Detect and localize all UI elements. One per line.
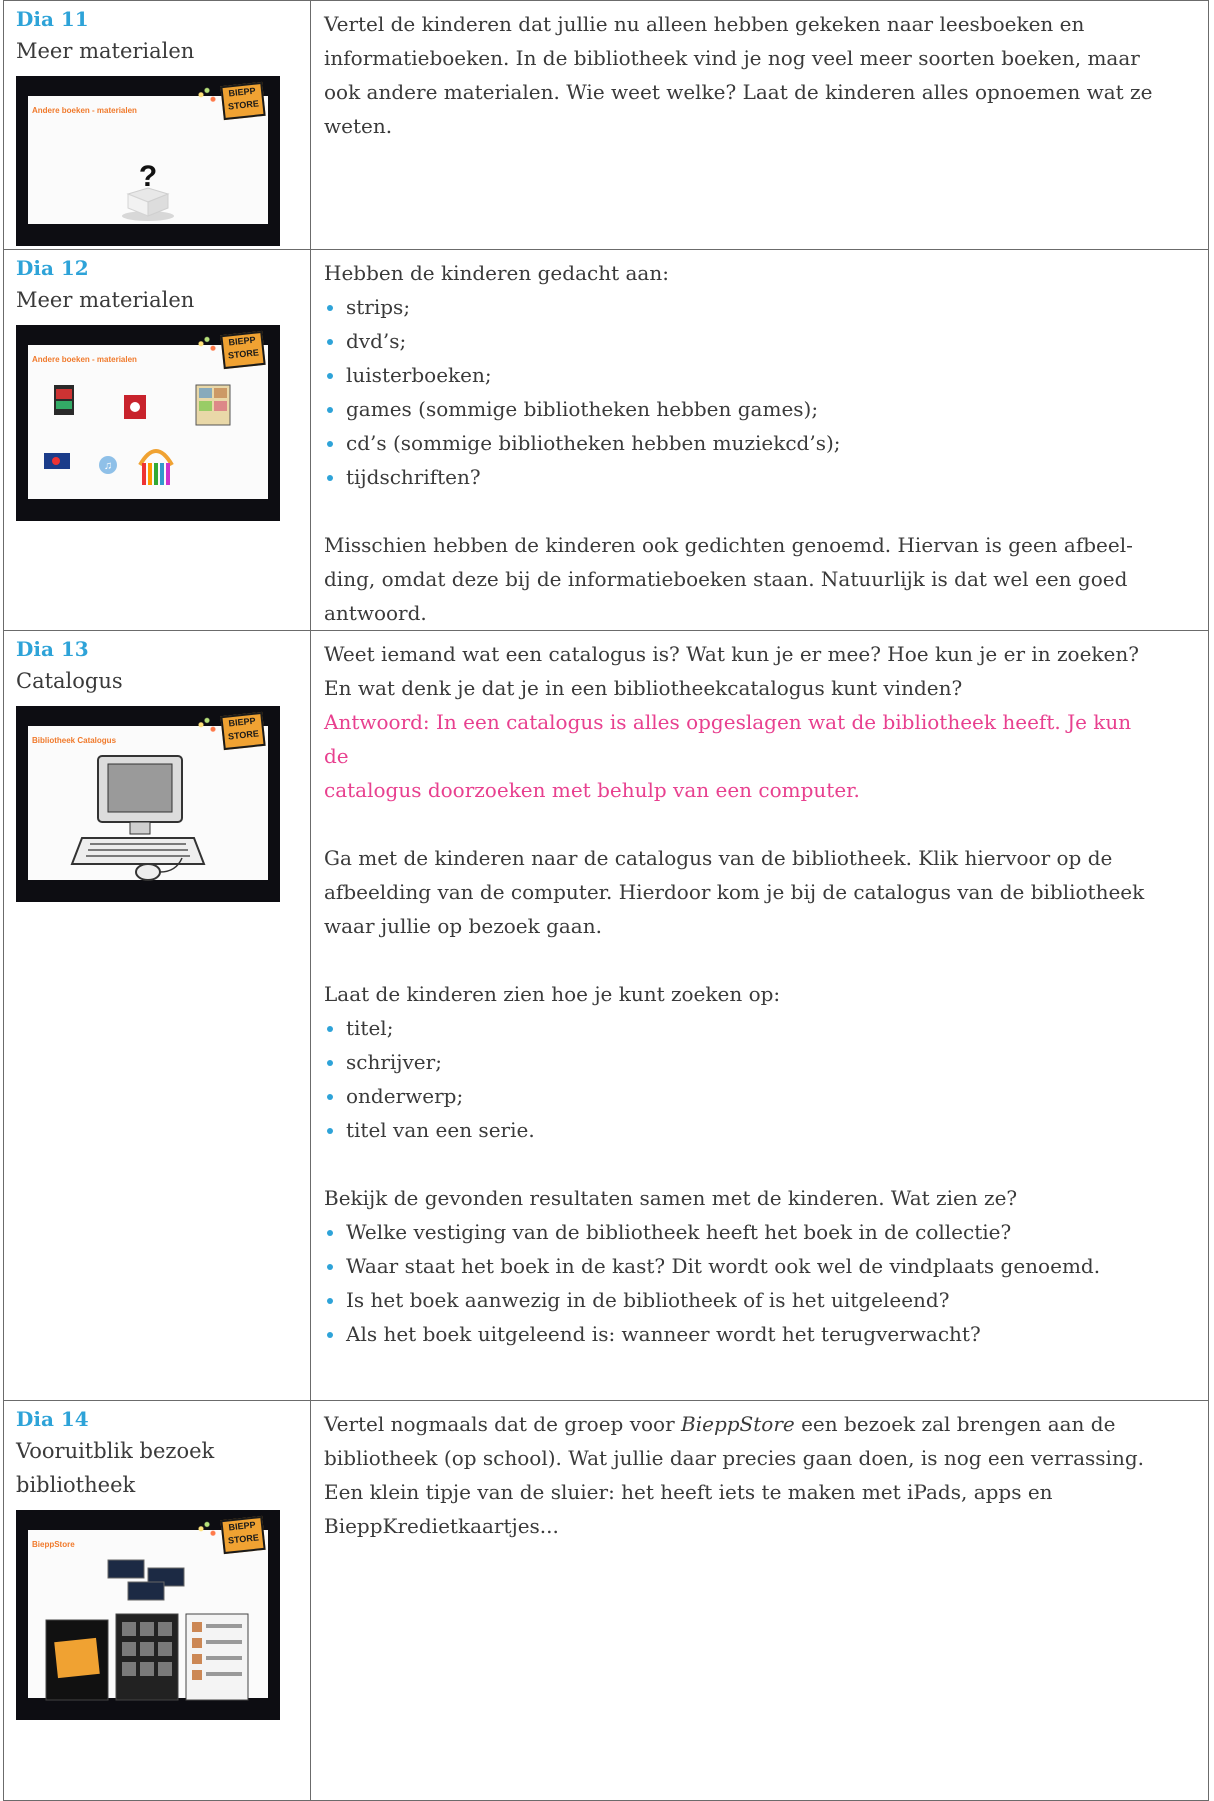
bieppstore-name: BieppStore bbox=[681, 1412, 795, 1436]
list-item: schrijver; bbox=[324, 1045, 1190, 1079]
answer-line: Antwoord: In een catalogus is alles opge… bbox=[324, 710, 1132, 734]
list-item: Waar staat het boek in de kast? Dit word… bbox=[324, 1249, 1190, 1283]
text-line: Laat de kinderen zien hoe je kunt zoeken… bbox=[324, 982, 781, 1006]
instruction-cell: Vertel de kinderen dat jullie nu alleen … bbox=[310, 0, 1209, 250]
computer-icon[interactable] bbox=[16, 706, 280, 902]
slide-thumbnail: Andere boeken - materialen BIEPP STORE ♫ bbox=[16, 325, 280, 521]
list-item: titel van een serie. bbox=[324, 1113, 1190, 1147]
list-item: Als het boek uitgeleend is: wanneer word… bbox=[324, 1317, 1190, 1351]
text-line: bibliotheek (op school). Wat jullie daar… bbox=[324, 1446, 1144, 1470]
list-item: games (sommige bibliotheken hebben games… bbox=[324, 392, 1190, 426]
bullet-list: Welke vestiging van de bibliotheek heeft… bbox=[324, 1215, 1190, 1351]
lesson-table: Dia 11 Meer materialen Andere boeken - m… bbox=[3, 0, 1209, 1801]
slide-number: Dia 13 bbox=[16, 637, 89, 661]
svg-text:?: ? bbox=[139, 160, 157, 193]
slide-number: Dia 12 bbox=[16, 256, 89, 280]
text-line: BieppKredietkaartjes... bbox=[324, 1514, 559, 1538]
text-line: Een klein tipje van de sluier: het heeft… bbox=[324, 1480, 1053, 1504]
slide-subtitle: bibliotheek bbox=[16, 1473, 136, 1497]
slide-cell: Dia 11 Meer materialen Andere boeken - m… bbox=[3, 0, 311, 250]
table-row: Dia 11 Meer materialen Andere boeken - m… bbox=[3, 0, 1209, 250]
question-mark-box-icon: ? bbox=[122, 160, 174, 221]
text-line: ding, omdat deze bij de informatieboeken… bbox=[324, 567, 1128, 591]
answer-line: catalogus doorzoeken met behulp van een … bbox=[324, 778, 860, 802]
svg-text:♫: ♫ bbox=[104, 460, 112, 472]
text-line: antwoord. bbox=[324, 601, 427, 625]
text-line: Bekijk de gevonden resultaten samen met … bbox=[324, 1186, 1018, 1210]
text-line: En wat denk je dat je in een bibliotheek… bbox=[324, 676, 963, 700]
bullet-list: strips; dvd’s; luisterboeken; games (som… bbox=[324, 290, 1190, 494]
slide-subtitle: Meer materialen bbox=[16, 39, 195, 63]
slide-cell: Dia 13 Catalogus Bibliotheek Catalogus B… bbox=[3, 630, 311, 1401]
slide-subtitle: Vooruitblik bezoek bbox=[16, 1439, 215, 1463]
slide-thumbnail: BieppStore BIEPP STORE bbox=[16, 1510, 280, 1720]
answer-line: de bbox=[324, 744, 349, 768]
list-item: cd’s (sommige bibliotheken hebben muziek… bbox=[324, 426, 1190, 460]
instruction-cell: Weet iemand wat een catalogus is? Wat ku… bbox=[310, 630, 1209, 1401]
text-line: ook andere materialen. Wie weet welke? L… bbox=[324, 80, 1153, 104]
slide-cell: Dia 12 Meer materialen Andere boeken - m… bbox=[3, 249, 311, 631]
slide-subtitle: Catalogus bbox=[16, 669, 123, 693]
table-row: Dia 14 Vooruitblik bezoek bibliotheek Bi… bbox=[3, 1400, 1209, 1801]
slide-subtitle: Meer materialen bbox=[16, 288, 195, 312]
instruction-cell: Hebben de kinderen gedacht aan: strips; … bbox=[310, 249, 1209, 631]
list-item: Welke vestiging van de bibliotheek heeft… bbox=[324, 1215, 1190, 1249]
table-row: Dia 12 Meer materialen Andere boeken - m… bbox=[3, 249, 1209, 631]
text-line: Ga met de kinderen naar de catalogus van… bbox=[324, 846, 1113, 870]
bieppstore-logo: BIEPP STORE bbox=[220, 81, 266, 121]
text-line: afbeelding van de computer. Hierdoor kom… bbox=[324, 880, 1145, 904]
list-item: Is het boek aanwezig in de bibliotheek o… bbox=[324, 1283, 1190, 1317]
slide-thumbnail: Andere boeken - materialen BIEPP STORE ? bbox=[16, 76, 280, 246]
text-line: Vertel de kinderen dat jullie nu alleen … bbox=[324, 12, 1085, 36]
list-item: onderwerp; bbox=[324, 1079, 1190, 1113]
slide-number: Dia 14 bbox=[16, 1407, 89, 1431]
media-icons: ♫ bbox=[44, 384, 231, 485]
text-line: Hebben de kinderen gedacht aan: bbox=[324, 261, 669, 285]
slide-cell: Dia 14 Vooruitblik bezoek bibliotheek Bi… bbox=[3, 1400, 311, 1801]
slide-thumbnail: Bibliotheek Catalogus BIEPP STORE bbox=[16, 706, 280, 902]
list-item: titel; bbox=[324, 1011, 1190, 1045]
text-line: Vertel nogmaals dat de groep voor BieppS… bbox=[324, 1412, 1116, 1436]
slide-number: Dia 11 bbox=[16, 7, 89, 31]
list-item: strips; bbox=[324, 290, 1190, 324]
table-row: Dia 13 Catalogus Bibliotheek Catalogus B… bbox=[3, 630, 1209, 1401]
thumbnail-title: Andere boeken - materialen bbox=[32, 106, 137, 115]
list-item: tijdschriften? bbox=[324, 460, 1190, 494]
bullet-list: titel; schrijver; onderwerp; titel van e… bbox=[324, 1011, 1190, 1147]
list-item: luisterboeken; bbox=[324, 358, 1190, 392]
text-line: waar jullie op bezoek gaan. bbox=[324, 914, 602, 938]
text-line: weten. bbox=[324, 114, 393, 138]
store-screens-icon bbox=[45, 1559, 249, 1701]
instruction-cell: Vertel nogmaals dat de groep voor BieppS… bbox=[310, 1400, 1209, 1801]
list-item: dvd’s; bbox=[324, 324, 1190, 358]
text-line: informatieboeken. In de bibliotheek vind… bbox=[324, 46, 1140, 70]
text-line: Weet iemand wat een catalogus is? Wat ku… bbox=[324, 642, 1139, 666]
text-line: Misschien hebben de kinderen ook gedicht… bbox=[324, 533, 1133, 557]
